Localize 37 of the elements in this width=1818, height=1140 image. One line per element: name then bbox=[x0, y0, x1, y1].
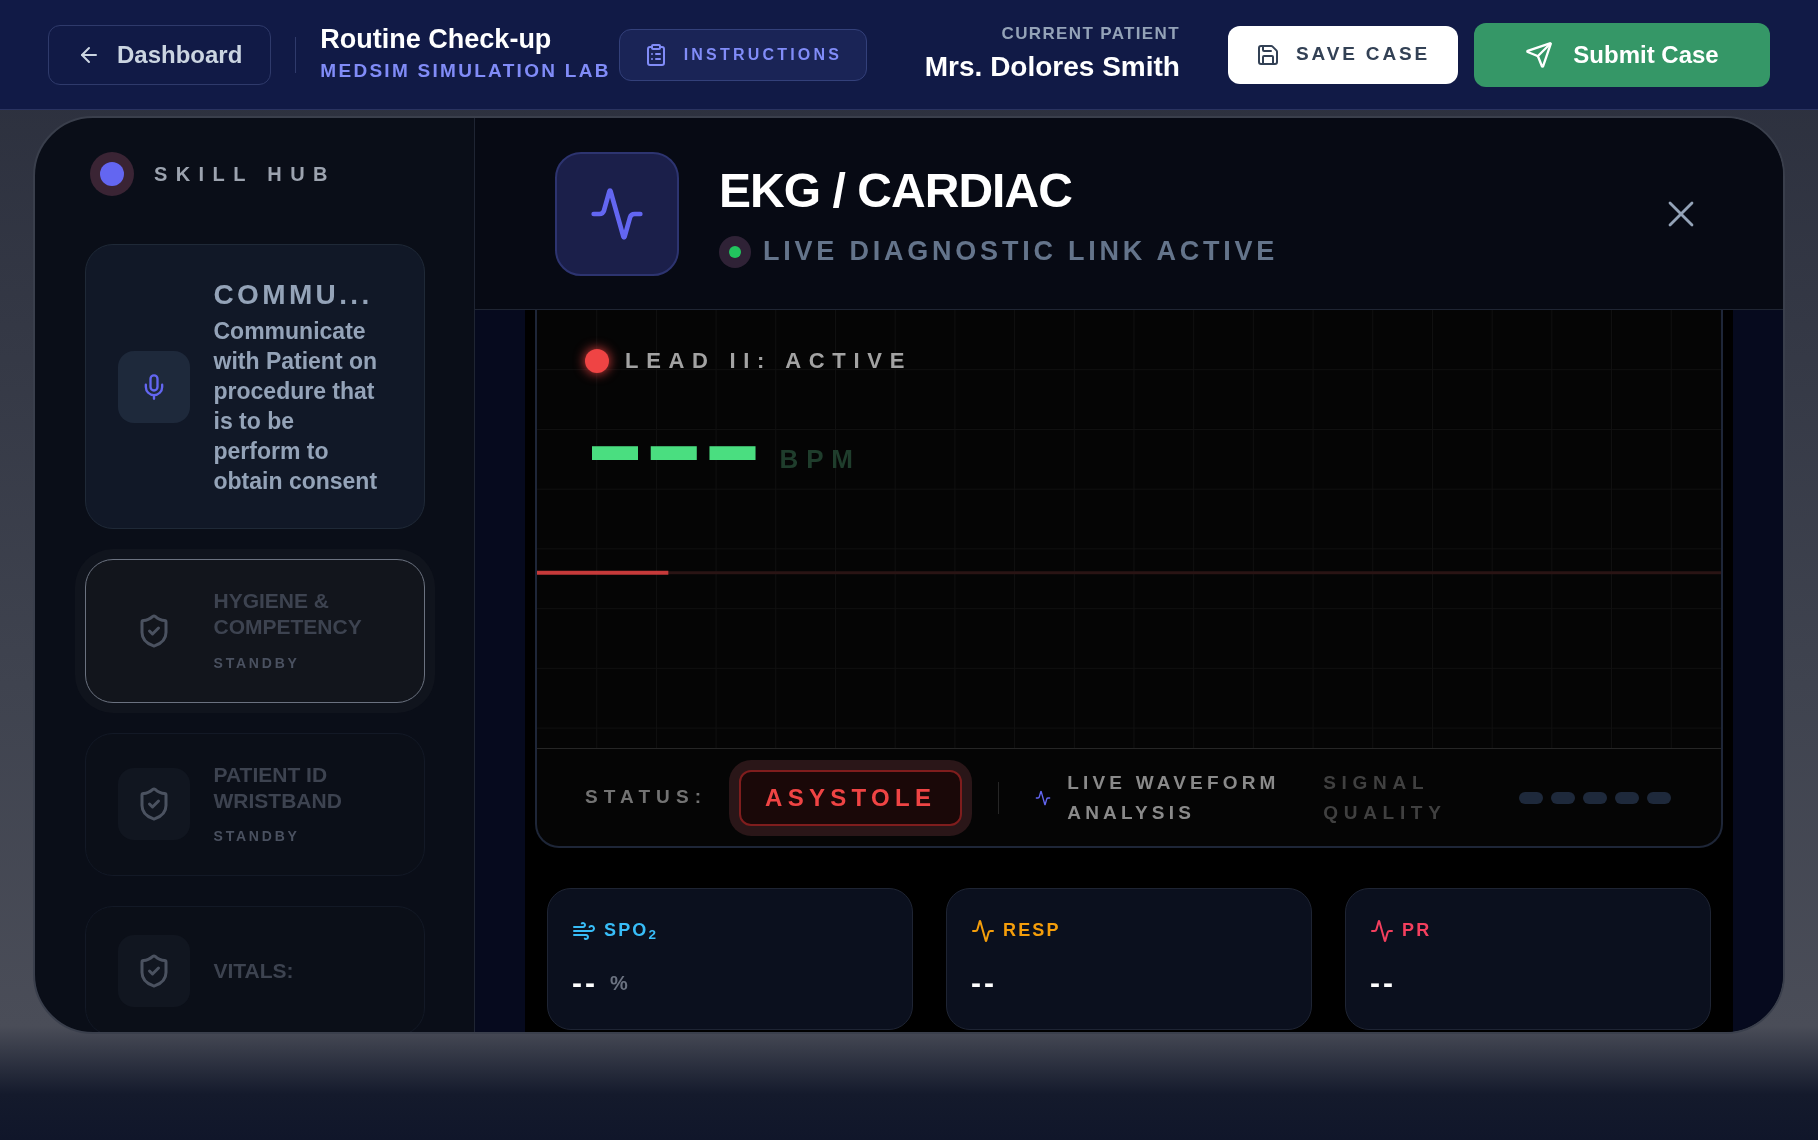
save-icon bbox=[1255, 42, 1280, 67]
metric-value: -- bbox=[1370, 968, 1396, 998]
skill-title: PATIENT ID WRISTBAND bbox=[213, 761, 343, 814]
metric-label: SPO$_{2}$ bbox=[604, 919, 659, 944]
save-case-button[interactable]: SAVE CASE bbox=[1227, 25, 1458, 84]
analysis-label: LIVE WAVEFORM ANALYSIS bbox=[1067, 770, 1281, 825]
send-icon bbox=[1525, 40, 1554, 69]
dashboard-button[interactable]: Dashboard bbox=[48, 24, 272, 85]
status-label: STATUS: bbox=[585, 785, 708, 810]
link-status: LIVE DIAGNOSTIC LINK ACTIVE bbox=[763, 235, 1279, 269]
submit-case-button[interactable]: Submit Case bbox=[1474, 22, 1770, 87]
bpm-unit: BPM bbox=[779, 443, 861, 476]
metric-value: -- bbox=[572, 968, 598, 998]
metric-unit: % bbox=[610, 971, 628, 996]
skill-status: STANDBY bbox=[213, 827, 301, 846]
metric-label: RESP bbox=[1003, 919, 1061, 942]
panel-title: EKG / CARDIAC bbox=[719, 163, 1073, 220]
pulse-icon bbox=[1035, 789, 1052, 806]
skill-card[interactable]: COMMU... Communicate with Patient on procedure that is to be perform to obtain consent bbox=[84, 244, 425, 529]
metric-value: -- bbox=[971, 968, 997, 998]
pulse-icon bbox=[589, 185, 645, 242]
pulse-icon bbox=[971, 918, 995, 943]
lead-status: LEAD II: ACTIVE bbox=[625, 347, 913, 375]
case-title: Routine Check-up bbox=[320, 23, 553, 57]
skill-status: STANDBY bbox=[213, 653, 301, 673]
skill-title: COMMU... bbox=[213, 278, 374, 312]
skill-title: VITALS: bbox=[213, 957, 294, 984]
sidebar-title: SKILL HUB bbox=[154, 162, 336, 187]
instructions-button[interactable]: INSTRUCTIONS bbox=[618, 28, 868, 81]
patient-name: Mrs. Dolores Smith bbox=[924, 50, 1180, 85]
pulse-icon bbox=[1370, 918, 1394, 943]
skill-description: Communicate with Patient on procedure that is to be perform to obtain consent bbox=[213, 317, 379, 496]
patient-label: CURRENT PATIENT bbox=[1001, 22, 1180, 45]
lab-name: MEDSIM SIMULATION LAB bbox=[320, 59, 611, 84]
signal-quality-label: SIGNAL QUALITY bbox=[1323, 770, 1448, 825]
bpm-value: ▬ ▬ ▬ bbox=[592, 421, 756, 467]
metric-label: PR bbox=[1402, 919, 1432, 942]
